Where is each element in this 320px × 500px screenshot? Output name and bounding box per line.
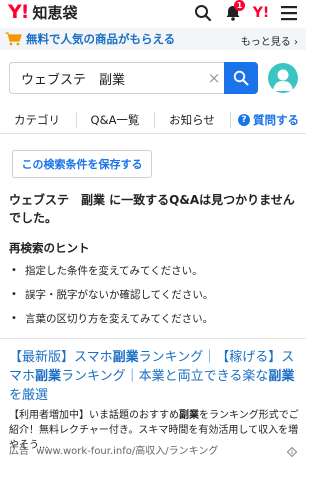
ad-title-keyword: 副業 [112,350,139,365]
nav-ask-question[interactable]: ? 質問する [231,108,306,132]
bullet-icon: • [11,289,17,300]
bullet-icon: • [11,265,17,276]
promo-more-label: もっと見る [240,37,291,48]
yahoo-japan-icon[interactable]: Y! [250,2,272,24]
ad-desc-part: 【利用者増加中】いま話題のおすすめ [9,410,179,421]
promo-banner[interactable]: 無料で人気の商品がもらえる もっと見る › [0,28,306,50]
ad-info-icon[interactable] [286,442,298,458]
clear-icon[interactable]: × [206,70,222,86]
ad-title-part: ランキング｜本業と両立できる楽な [61,369,269,384]
logo-y-mark: Y! [8,1,29,23]
promo-text: 無料で人気の商品がもらえる [26,32,176,46]
ad-url[interactable]: www.work-four.info/高収入/ランキング [36,446,218,457]
search-input[interactable] [21,63,211,93]
logo-text: 知恵袋 [32,3,78,22]
ad-title-link[interactable]: 【最新版】スマホ副業ランキング｜【稼げる】スマホ副業ランキング｜本業と両立できる… [9,348,299,405]
avatar-user-icon [273,69,293,91]
ad-desc-keyword: 副業 [179,410,199,421]
nav-ask-label: 質問する [253,113,299,127]
nav-qa-list[interactable]: Q&A一覧 [77,108,153,132]
search-button-icon [233,70,249,86]
notification-badge: 1 [234,0,245,11]
nav-category[interactable]: カテゴリ [0,108,74,132]
hint-item: • 誤字・脱字がないか確認してください。 [11,288,213,312]
nav-notices-label: お知らせ [169,113,215,127]
search-button[interactable] [224,62,258,94]
menu-icon[interactable] [278,2,300,24]
hint-text: 指定した条件を変えてみてください。 [25,265,203,277]
hint-item: • 言葉の区切り方を変えてみてください。 [11,312,213,336]
search-box: × [9,62,258,94]
ad-title-keyword: 副業 [35,369,62,384]
main-nav: カテゴリ Q&A一覧 お知らせ ? 質問する [0,108,306,134]
cart-icon [4,31,22,47]
hint-title: 再検索のヒント [9,241,90,255]
nav-category-label: カテゴリ [14,113,60,127]
hint-text: 誤字・脱字がないか確認してください。 [25,289,214,301]
promo-more-link[interactable]: もっと見る › [241,33,298,48]
ad-label: 広告 [9,446,29,457]
hint-text: 言葉の区切り方を変えてみてください。 [25,313,214,325]
save-search-button[interactable]: この検索条件を保存する [12,150,152,178]
ad-title-part: を厳選 [9,388,49,403]
search-icon[interactable] [192,2,214,24]
yahoo-japan-mark: Y! [252,5,270,21]
ad-title-part: 【最新版】スマホ [9,350,113,365]
hint-list: • 指定した条件を変えてみてください。 • 誤字・脱字がないか確認してください。 •… [11,264,213,336]
notification-bell-icon[interactable]: 1 [222,0,245,24]
nav-notices[interactable]: お知らせ [155,108,229,132]
bullet-icon: • [11,313,17,324]
nav-qa-list-label: Q&A一覧 [90,113,140,127]
question-icon: ? [238,114,250,126]
yahoo-chiebukuro-logo[interactable]: Y! 知恵袋 [8,1,78,23]
section-divider [0,338,306,339]
ad-title-keyword: 副業 [268,369,295,384]
hint-item: • 指定した条件を変えてみてください。 [11,264,213,288]
avatar[interactable] [268,63,298,93]
app-header: Y! 知恵袋 1 Y! [0,0,306,26]
ad-meta: 広告 www.work-four.info/高収入/ランキング [9,442,218,457]
no-result-message: ウェブステ 副業 に一致するQ&Aは見つかりませんでした。 [9,193,295,225]
